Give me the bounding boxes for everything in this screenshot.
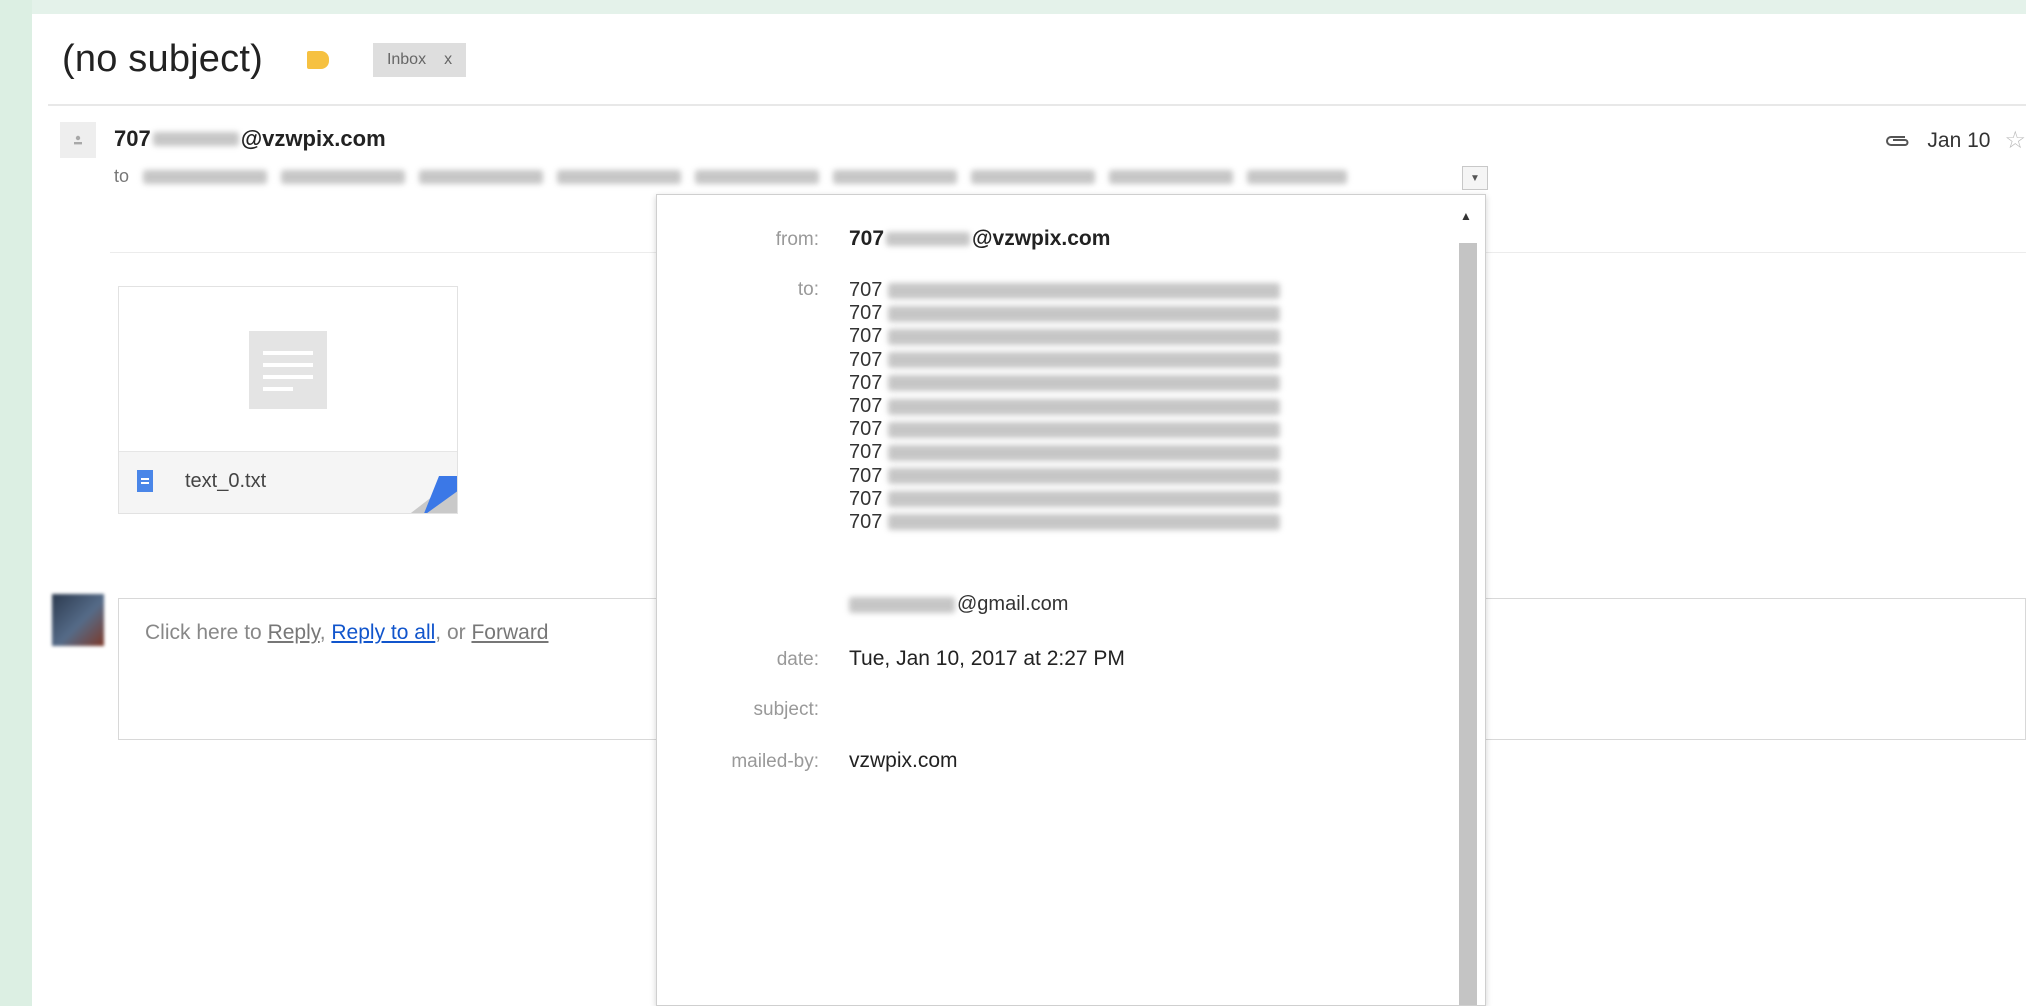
reply-separator: , [319,621,326,644]
attachment-filename: text_0.txt [185,470,267,492]
to-label: to [114,166,130,186]
to-recipient: 707 [849,279,1281,302]
subject-title: (no subject) [62,38,263,80]
from-prefix: 707 [849,227,885,250]
to-recipient: 707 [849,395,1281,418]
sender-avatar [60,122,96,158]
document-preview-icon [249,331,327,409]
redacted-recipient [695,169,820,184]
reply-all-link[interactable]: Reply to all [331,621,435,644]
date-label: date: [776,649,819,670]
redacted-recipient [419,169,544,184]
sender-domain: @vzwpix.com [240,126,386,151]
message-details-popup: from: 707 @vzwpix.com to: 707 707 707 70… [656,194,1486,1006]
to-recipient: 707 [849,349,1281,372]
sender-address[interactable]: 707 @vzwpix.com [114,126,386,152]
subject-label: subject: [753,699,819,720]
redacted-recipient [143,169,268,184]
recipients-row: to [114,166,1348,187]
to-recipient: 707 [849,465,1281,488]
to-label: to: [797,279,819,300]
to-recipient: 707 [849,441,1281,464]
redacted-recipient [557,169,682,184]
show-details-button[interactable]: ▼ [1462,166,1488,190]
to-recipient: 707 [849,372,1281,395]
inbox-label-chip[interactable]: Inbox x [372,42,467,77]
left-frame [0,0,32,1006]
page-curl-icon [410,476,457,513]
to-recipient-list: 707 707 707 707 707 707 707 707 707 707 … [849,279,1281,534]
redacted-recipient [971,169,1096,184]
redacted-recipient [1247,169,1348,184]
sender-prefix: 707 [114,126,151,151]
redacted-recipient [1109,169,1234,184]
reply-separator: , or [435,621,466,644]
from-domain: @vzwpix.com [972,227,1111,250]
subject-row: (no subject) Inbox x [62,38,467,81]
gmail-domain: @gmail.com [957,593,1069,615]
from-label: from: [775,229,819,250]
chevron-down-icon: ▼ [1470,172,1480,184]
from-value: 707 @vzwpix.com [849,227,1110,251]
to-recipient: 707 [849,325,1281,348]
gmail-recipient: @gmail.com [849,593,1068,616]
date-value: Tue, Jan 10, 2017 at 2:27 PM [849,647,1125,670]
redacted-sender [152,132,239,146]
remove-label-icon[interactable]: x [444,51,452,69]
top-frame [0,0,2026,14]
attachment-card[interactable]: text_0.txt [118,286,458,514]
reply-prompt-prefix: Click here to [145,621,262,644]
reply-prompt: Click here to Reply, Reply to all, or Fo… [145,621,549,645]
star-icon[interactable]: ☆ [2004,126,2026,155]
paperclip-icon [1886,135,1909,146]
message-date: Jan 10 [1927,128,1991,152]
important-label-icon[interactable] [306,50,329,69]
scrollbar-thumb[interactable] [1459,243,1477,1005]
mailed-by-label: mailed-by: [731,751,819,772]
redacted-sender [886,232,971,246]
message-meta: Jan 10 ☆ [1883,126,2026,155]
person-icon [74,135,82,145]
header-divider [48,104,2026,106]
to-recipient: 707 [849,511,1281,534]
redacted-recipient [849,596,955,613]
attachment-footer: text_0.txt [119,451,457,513]
text-file-icon [137,470,153,492]
mailed-by-value: vzwpix.com [849,749,958,772]
to-recipient: 707 [849,488,1281,511]
inbox-label-text: Inbox [386,50,427,68]
forward-link[interactable]: Forward [471,621,548,644]
redacted-recipient [833,169,958,184]
scroll-up-icon[interactable]: ▲ [1460,209,1472,223]
to-recipient: 707 [849,418,1281,441]
user-avatar [52,594,104,646]
reply-link[interactable]: Reply [268,621,320,644]
popup-scrollbar[interactable]: ▲ [1455,203,1479,1005]
redacted-recipient [281,169,406,184]
attachment-preview [119,287,457,451]
to-recipient: 707 [849,302,1281,325]
